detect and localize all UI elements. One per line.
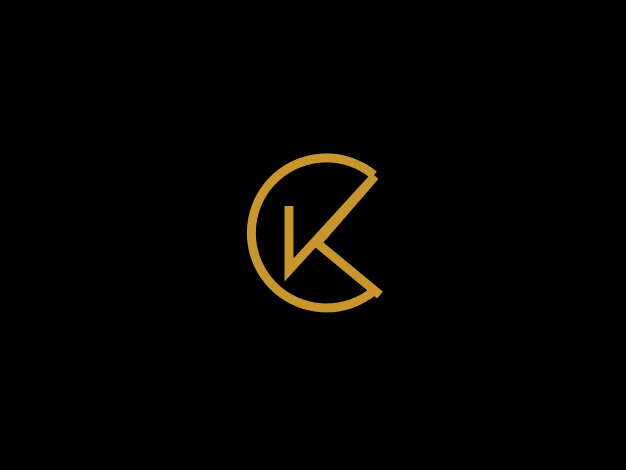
logo-canvas xyxy=(0,0,626,470)
logo-k-stroke xyxy=(284,172,383,299)
ck-monogram-logo-icon xyxy=(246,153,383,313)
logo-c-arc xyxy=(246,153,378,313)
